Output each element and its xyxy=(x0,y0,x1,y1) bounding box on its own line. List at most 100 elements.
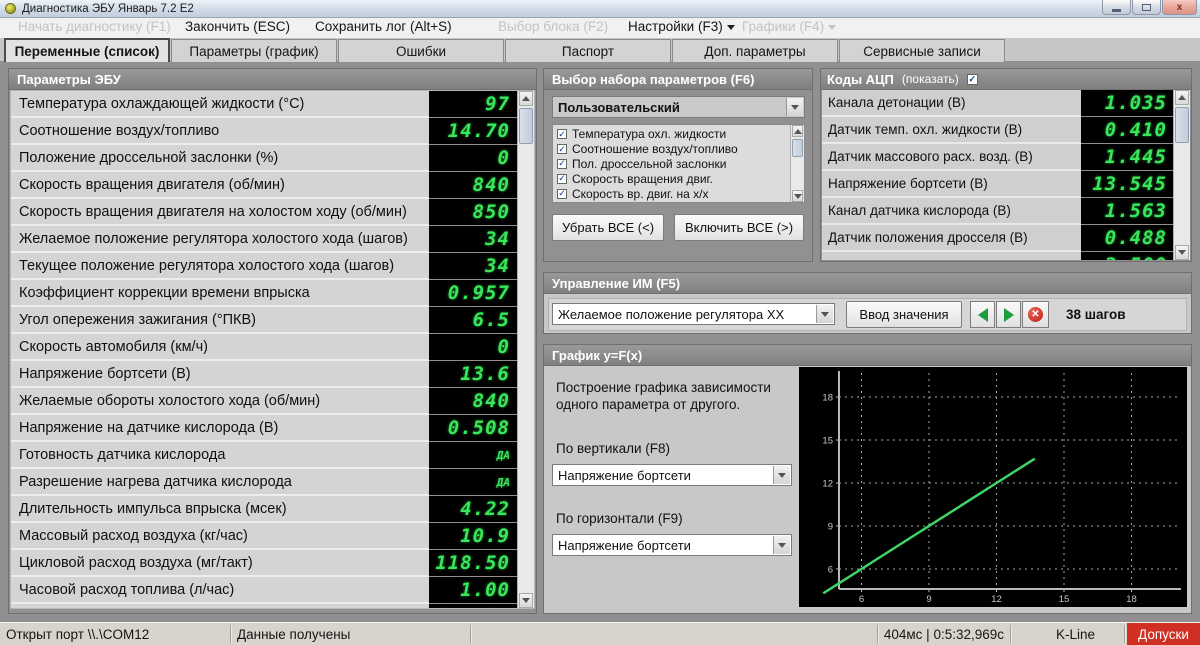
tab-errors[interactable]: Ошибки xyxy=(338,39,504,62)
adc-value-display: 0.410 xyxy=(1081,117,1173,144)
tab-variables-list[interactable]: Переменные (список) xyxy=(4,38,170,62)
checkbox-item-label: Пол. дроссельной заслонки xyxy=(572,157,727,171)
horizontal-axis-value: Напряжение бортсети xyxy=(558,538,691,553)
parameter-row[interactable]: Соотношение воздух/топливо14.70 xyxy=(11,118,517,145)
parameter-row[interactable]: Напряжение бортсети (В)13.6 xyxy=(11,361,517,388)
led-value: 840 xyxy=(473,174,510,196)
scroll-up-icon[interactable] xyxy=(1175,90,1189,105)
app-icon xyxy=(5,3,16,14)
scroll-up-icon[interactable] xyxy=(792,125,803,137)
scrollbar-thumb[interactable] xyxy=(519,108,533,144)
chevron-down-icon[interactable] xyxy=(773,536,790,554)
menu-finish[interactable]: Закончить (ESC) xyxy=(185,19,290,34)
tab-service-records[interactable]: Сервисные записи xyxy=(839,39,1005,62)
parameter-checkbox-item[interactable]: ✓Скорость вр. двиг. на х/х xyxy=(553,186,790,201)
adc-codes-header: Коды АЦП (показать) ✓ xyxy=(821,69,1191,90)
parameter-row[interactable]: Скорость вращения двигателя на холостом … xyxy=(11,199,517,226)
parameter-checkbox-item[interactable]: ✓ Пол. дроссельной заслонки xyxy=(553,157,790,172)
scrollbar-thumb[interactable] xyxy=(1175,107,1189,143)
scroll-up-icon[interactable] xyxy=(519,91,533,106)
menu-graphs[interactable]: Графики (F4) xyxy=(742,19,836,34)
parameter-row[interactable]: Напряжение на датчике кислорода (В)0.508 xyxy=(11,415,517,442)
svg-text:15: 15 xyxy=(822,436,833,447)
led-value: 13.545 xyxy=(1092,173,1167,195)
parameter-value-display: 840 xyxy=(429,172,517,199)
parameter-row[interactable]: Желаемое положение регулятора холостого … xyxy=(11,226,517,253)
close-button[interactable]: x xyxy=(1162,0,1197,15)
add-all-button[interactable]: Включить ВСЕ (>) xyxy=(674,214,804,241)
parameter-row[interactable]: Длительность импульса впрыска (мсек)4.22 xyxy=(11,496,517,523)
parameter-row[interactable]: Разрешение нагрева датчика кислородаДА xyxy=(11,469,517,496)
parameter-row[interactable]: Текущее положение регулятора холостого х… xyxy=(11,253,517,280)
parameter-checkbox-item[interactable]: ✓Соотношение воздух/топливо xyxy=(553,142,790,157)
chevron-down-icon[interactable] xyxy=(773,466,790,484)
led-value: 118.50 xyxy=(435,552,510,574)
checkbox-checked-icon[interactable]: ✓ xyxy=(557,189,567,199)
parameter-row[interactable]: Путевой расход топлива (л/100 км)511.00 xyxy=(11,604,517,608)
svg-text:15: 15 xyxy=(1059,594,1070,605)
step-increase-button[interactable] xyxy=(996,301,1021,328)
parameter-label: Длительность импульса впрыска (мсек) xyxy=(11,496,429,523)
maximize-button[interactable] xyxy=(1132,0,1161,15)
parameter-checkbox-item[interactable]: ✓Желаемое пол. рег. х/х xyxy=(553,201,790,202)
scrollbar-thumb[interactable] xyxy=(792,139,803,157)
stop-button[interactable]: ✕ xyxy=(1022,301,1049,328)
preset-select[interactable]: Пользовательский xyxy=(552,96,805,118)
adc-value-display: 13.545 xyxy=(1081,171,1173,198)
parameter-row[interactable]: Скорость автомобиля (км/ч)0 xyxy=(11,334,517,361)
parameter-label: Путевой расход топлива (л/100 км) xyxy=(11,604,429,608)
adc-list-scrollbar[interactable] xyxy=(1173,90,1190,260)
parameter-list-scrollbar[interactable] xyxy=(517,91,534,608)
tab-extra-parameters[interactable]: Доп. параметры xyxy=(672,39,838,62)
tolerances-badge[interactable]: Допуски xyxy=(1127,623,1200,645)
checkbox-checked-icon[interactable]: ✓ xyxy=(557,129,567,139)
led-value: 97 xyxy=(485,93,510,115)
parameter-row[interactable]: Часовой расход топлива (л/час)1.00 xyxy=(11,577,517,604)
adc-label xyxy=(822,252,1081,260)
parameter-checkbox-item[interactable]: ✓ Температура охл. жидкости xyxy=(553,127,790,142)
chevron-down-icon[interactable] xyxy=(786,98,803,116)
parameter-set-header: Выбор набора параметров (F6) xyxy=(544,69,812,90)
parameter-row[interactable]: Скорость вращения двигателя (об/мин)840 xyxy=(11,172,517,199)
menu-save-log[interactable]: Сохранить лог (Alt+S) xyxy=(315,19,452,34)
checkbox-checked-icon[interactable]: ✓ xyxy=(557,159,567,169)
menu-settings[interactable]: Настройки (F3) xyxy=(628,19,735,34)
enter-value-button[interactable]: Ввод значения xyxy=(846,301,962,328)
scroll-down-icon[interactable] xyxy=(792,190,803,202)
led-value: 1.00 xyxy=(460,579,510,601)
parameter-row[interactable]: Положение дроссельной заслонки (%)0 xyxy=(11,145,517,172)
checkbox-list-scrollbar[interactable] xyxy=(790,125,804,202)
checkbox-item-label: Температура охл. жидкости xyxy=(572,127,726,141)
led-value: 0.508 xyxy=(448,417,510,439)
remove-all-button[interactable]: Убрать ВСЕ (<) xyxy=(552,214,664,241)
divider xyxy=(1010,625,1012,643)
adc-show-checkbox[interactable]: ✓ xyxy=(967,74,978,85)
parameter-row[interactable]: Массовый расход воздуха (кг/час)10.9 xyxy=(11,523,517,550)
vertical-axis-select[interactable]: Напряжение бортсети xyxy=(552,464,792,486)
tab-parameters-graph[interactable]: Параметры (график) xyxy=(171,39,337,62)
actuator-select[interactable]: Желаемое положение регулятора ХХ xyxy=(552,303,835,325)
adc-list: Канала детонации (В)1.035Датчик темп. ох… xyxy=(822,90,1173,260)
scroll-down-icon[interactable] xyxy=(1175,245,1189,260)
checkbox-checked-icon[interactable]: ✓ xyxy=(557,144,567,154)
parameter-row[interactable]: Угол опережения зажигания (°ПКВ)6.5 xyxy=(11,307,517,334)
parameter-row[interactable]: Цикловой расход воздуха (мг/такт)118.50 xyxy=(11,550,517,577)
parameter-row[interactable]: Температура охлаждающей жидкости (°С)97 xyxy=(11,91,517,118)
graph-description-line1: Построение графика зависимости xyxy=(556,379,796,396)
menu-block-select[interactable]: Выбор блока (F2) xyxy=(498,19,608,34)
parameter-row[interactable]: Готовность датчика кислородаДА xyxy=(11,442,517,469)
minimize-button[interactable] xyxy=(1102,0,1131,15)
parameter-checkbox-item[interactable]: ✓ Скорость вращения двиг. xyxy=(553,171,790,186)
parameter-row[interactable]: Коэффициент коррекции времени впрыска0.9… xyxy=(11,280,517,307)
adc-row: Канала детонации (В)1.035 xyxy=(822,90,1173,117)
parameter-row[interactable]: Желаемые обороты холостого хода (об/мин)… xyxy=(11,388,517,415)
chevron-down-icon[interactable] xyxy=(816,305,833,323)
tab-passport[interactable]: Паспорт xyxy=(505,39,671,62)
checkbox-item-label: Скорость вращения двиг. xyxy=(572,172,713,186)
checkbox-checked-icon[interactable]: ✓ xyxy=(557,174,567,184)
step-decrease-button[interactable] xyxy=(970,301,995,328)
led-value: 14.70 xyxy=(448,120,510,142)
horizontal-axis-select[interactable]: Напряжение бортсети xyxy=(552,534,792,556)
scroll-down-icon[interactable] xyxy=(519,593,533,608)
menu-start-diagnostics[interactable]: Начать диагностику (F1) xyxy=(18,19,171,34)
